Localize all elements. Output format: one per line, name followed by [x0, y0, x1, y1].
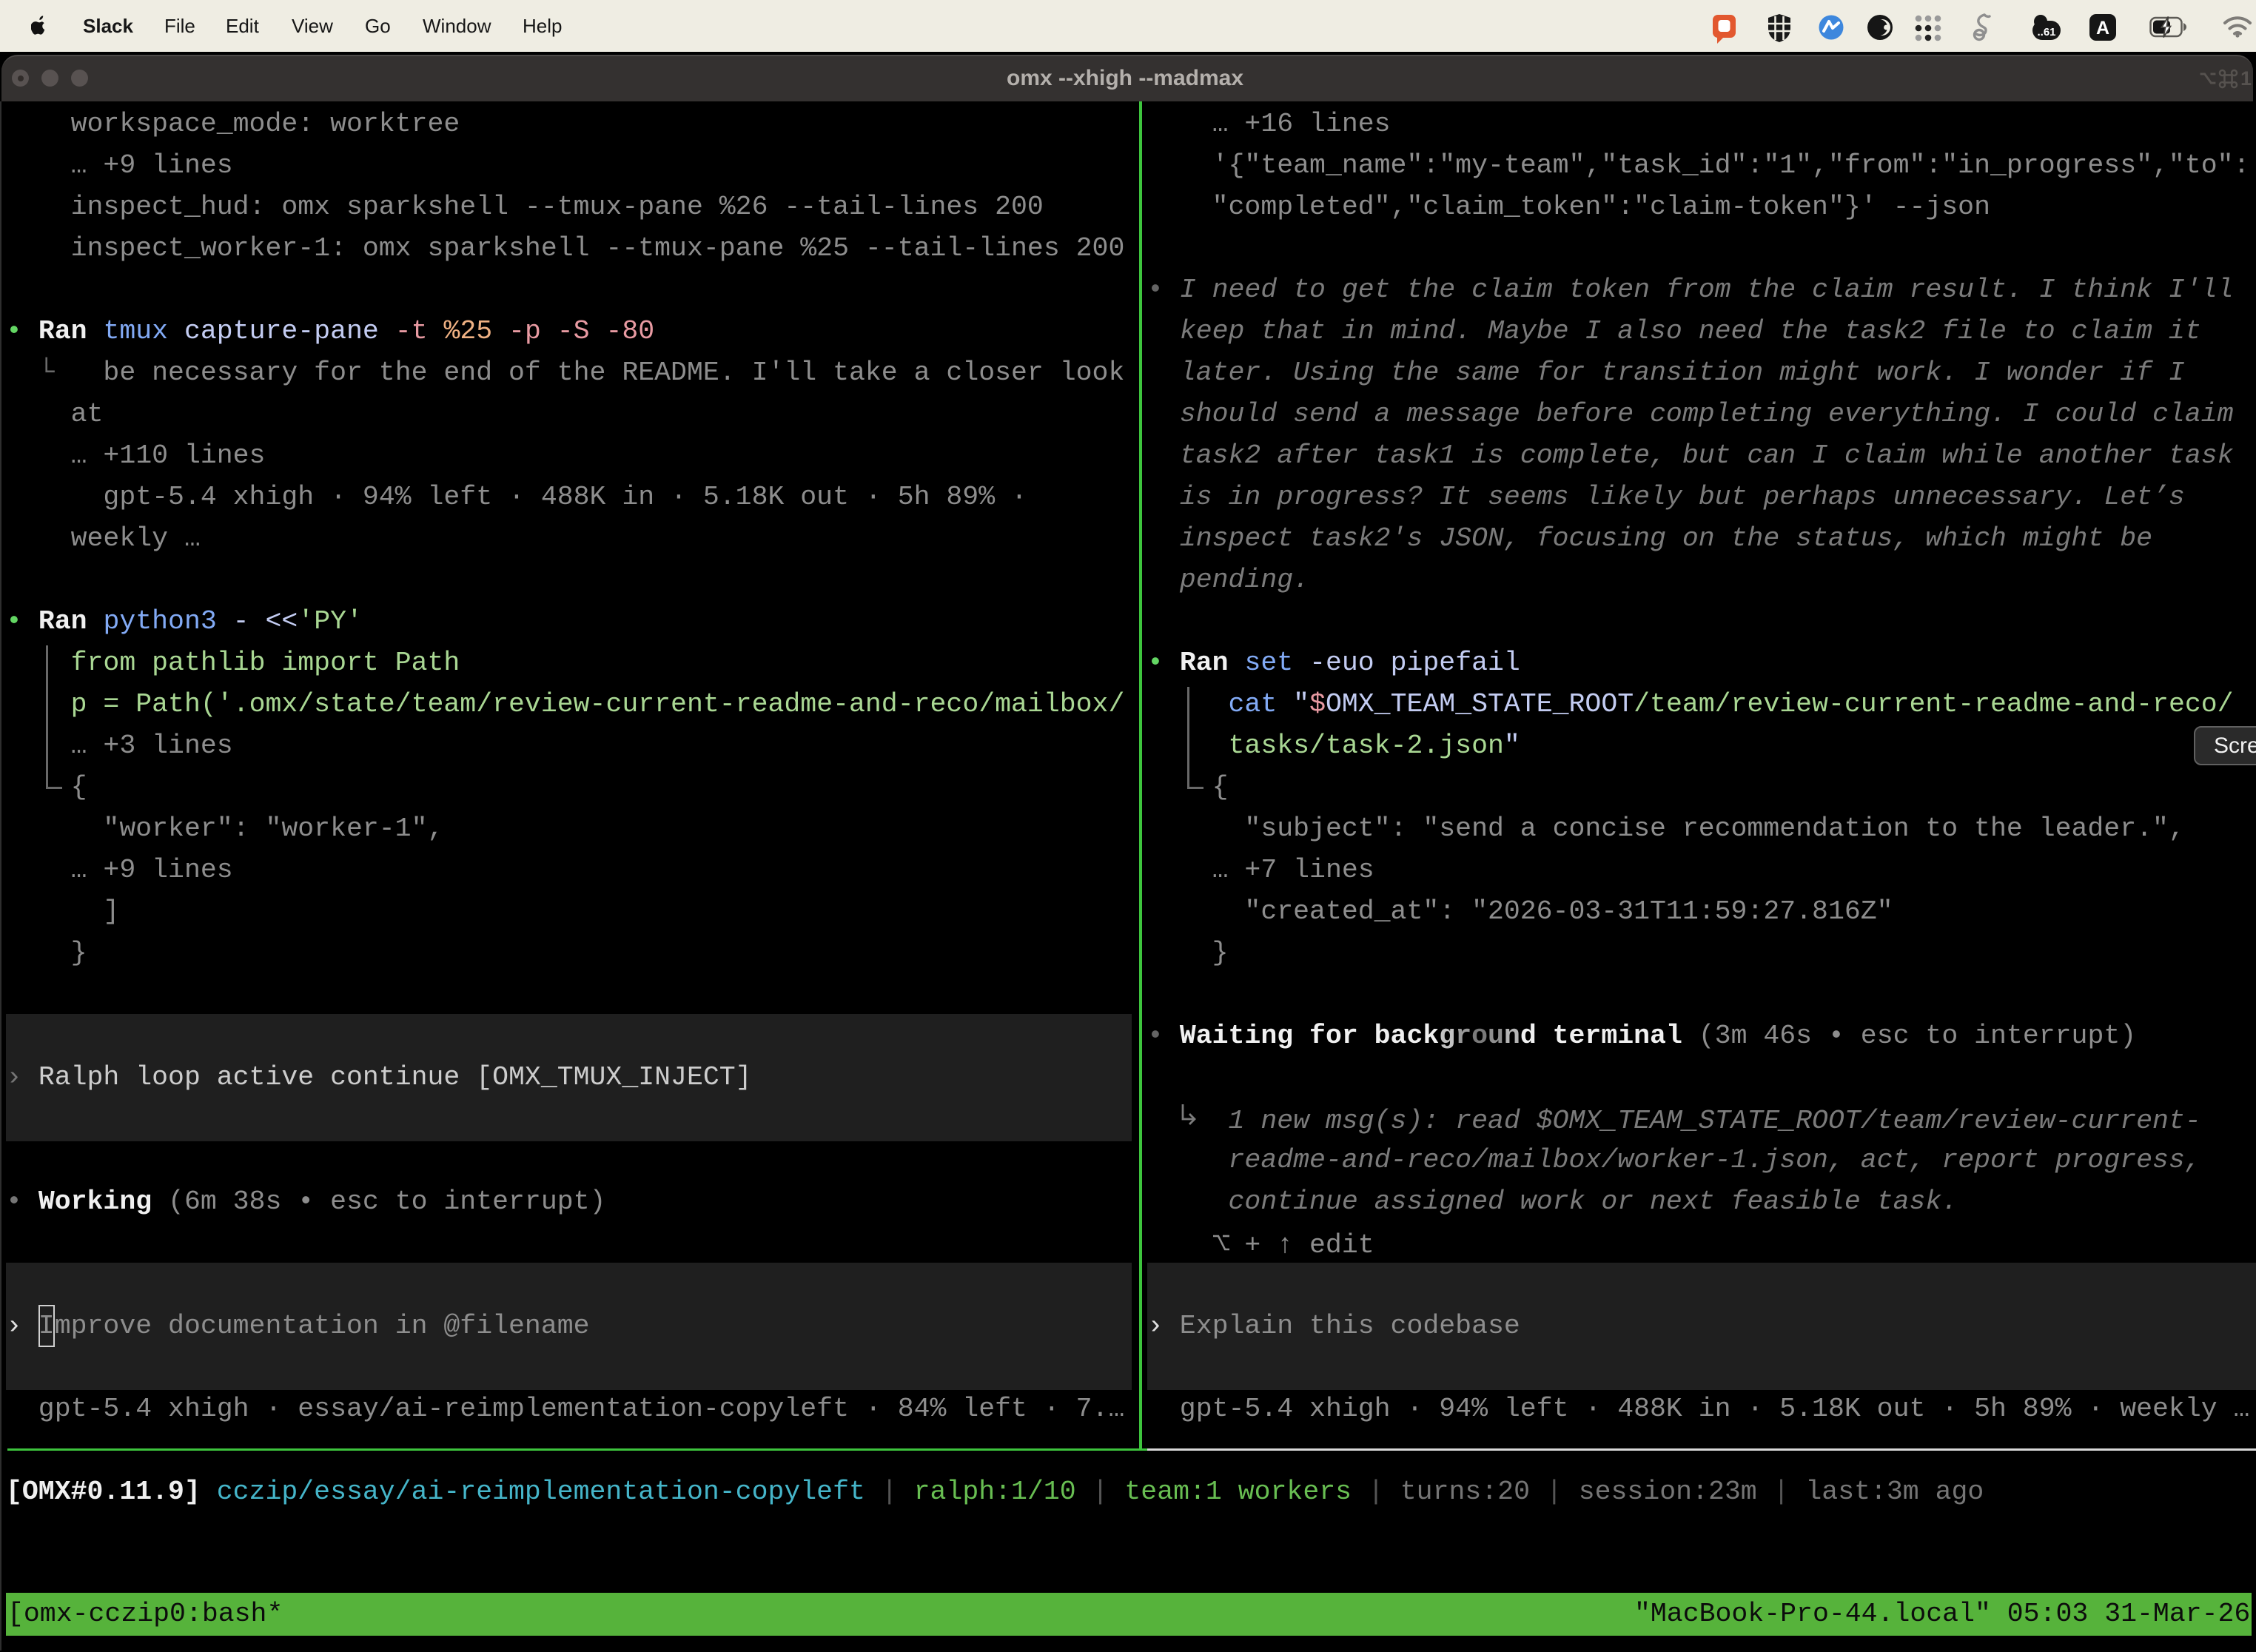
- svg-text:A: A: [2096, 18, 2109, 38]
- svg-text:..61: ..61: [2037, 26, 2055, 38]
